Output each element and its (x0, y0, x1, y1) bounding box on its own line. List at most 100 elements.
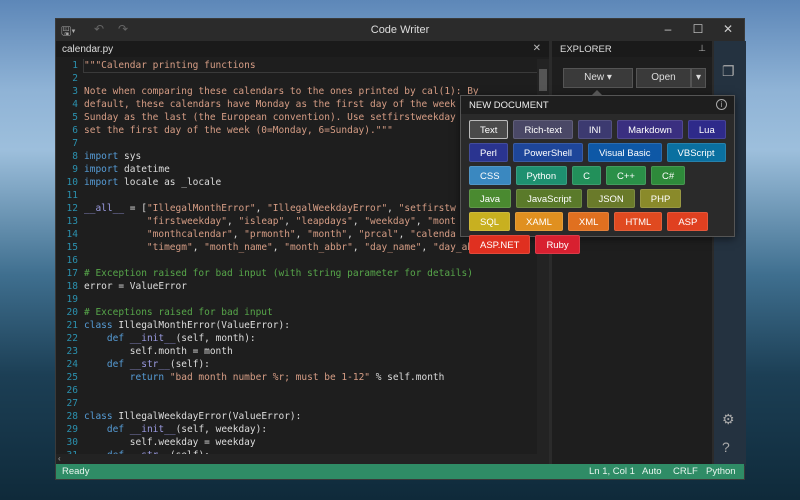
doc-type-python[interactable]: Python (515, 166, 568, 185)
minimize-button[interactable]: – (658, 22, 678, 36)
doc-type-text[interactable]: Text (469, 120, 509, 139)
line-number: 17 (66, 268, 78, 279)
code-token: class (84, 320, 113, 331)
code-token: "day_name" (364, 242, 422, 253)
code-token: "leapdays" (295, 216, 353, 227)
code-token: , (421, 242, 433, 253)
code-token: import (84, 164, 119, 175)
new-button[interactable]: New ▾ (563, 68, 633, 88)
line-number: 20 (66, 307, 78, 318)
doc-type-visual-basic[interactable]: Visual Basic (587, 143, 662, 162)
line-text: def __str__(self): (84, 358, 210, 371)
doc-type-markdown[interactable]: Markdown (617, 120, 683, 139)
doc-type-asp[interactable]: ASP (667, 212, 709, 231)
code-line[interactable]: 28 class IllegalWeekdayError(ValueError): (56, 410, 537, 423)
scroll-thumb[interactable] (539, 69, 547, 91)
code-token: "IllegalMonthError" (146, 203, 256, 214)
code-token: "setfirstw (398, 203, 456, 214)
window-title: Code Writer (370, 24, 430, 36)
popup-header: NEW DOCUMENT i (461, 96, 734, 114)
doc-type-vbscript[interactable]: VBScript (666, 143, 726, 162)
code-token: default, these calendars have Monday as … (84, 99, 456, 110)
code-token: class (84, 411, 113, 422)
code-token: "firstweekday" (146, 216, 227, 227)
doc-type-perl[interactable]: Perl (469, 143, 508, 162)
code-token: return (129, 372, 165, 383)
code-token: "monthcalendar" (146, 229, 233, 240)
line-text: "firstweekday", "isleap", "leapdays", "w… (84, 215, 456, 228)
line-number: 27 (66, 398, 78, 409)
open-button[interactable]: Open (636, 68, 691, 88)
doc-type-css[interactable]: CSS (469, 166, 511, 185)
code-line[interactable]: 2 (56, 72, 537, 85)
doc-type-lua[interactable]: Lua (687, 120, 726, 139)
code-line[interactable]: 19 (56, 293, 537, 306)
code-token: self.month = month (84, 346, 233, 357)
doc-type-sql[interactable]: SQL (469, 212, 511, 231)
code-line[interactable]: 20 # Exceptions raised for bad input (56, 306, 537, 319)
line-number: 25 (66, 372, 78, 383)
line-number: 30 (66, 437, 78, 448)
doc-type-c[interactable]: C++ (606, 166, 646, 185)
code-line[interactable]: 24 def __str__(self): (56, 358, 537, 371)
code-token: , (227, 216, 239, 227)
encoding[interactable]: Auto (642, 464, 662, 479)
code-line[interactable]: 25 return "bad month number %r; must be … (56, 371, 537, 384)
code-line[interactable]: 22 def __init__(self, month): (56, 332, 537, 345)
doc-type-ini[interactable]: INI (577, 120, 613, 139)
code-token: # Exceptions raised for bad input (84, 307, 273, 318)
cursor-position[interactable]: Ln 1, Col 1 (589, 464, 635, 479)
doc-type-javascript[interactable]: JavaScript (516, 189, 583, 208)
editor-tab[interactable]: calendar.py ✕ (56, 41, 549, 57)
maximize-button[interactable]: ☐ (688, 22, 708, 36)
code-token: , (272, 242, 285, 253)
doc-type-java[interactable]: Java (469, 189, 512, 208)
line-text: self.weekday = weekday (84, 436, 256, 449)
doc-type-php[interactable]: PHP (639, 189, 682, 208)
line-ending[interactable]: CRLF (673, 464, 698, 479)
code-line[interactable]: 23 self.month = month (56, 345, 537, 358)
doc-type-xaml[interactable]: XAML (515, 212, 563, 231)
settings-gear-icon[interactable]: ⚙ (722, 411, 735, 428)
code-token: , (192, 242, 205, 253)
code-line[interactable]: 26 (56, 384, 537, 397)
code-token: """Calendar printing functions (84, 60, 256, 71)
language-mode[interactable]: Python (706, 464, 736, 479)
line-number: 22 (66, 333, 78, 344)
doc-type-powershell[interactable]: PowerShell (512, 143, 583, 162)
doc-type-html[interactable]: HTML (614, 212, 663, 231)
code-line[interactable]: 18 error = ValueError (56, 280, 537, 293)
code-line[interactable]: 21 class IllegalMonthError(ValueError): (56, 319, 537, 332)
code-token: , (232, 229, 245, 240)
code-token: def (106, 333, 125, 344)
code-line[interactable]: 30 self.weekday = weekday (56, 436, 537, 449)
code-line[interactable]: 1 """Calendar printing functions (56, 59, 537, 73)
pin-icon[interactable]: ⊥ (698, 43, 706, 54)
info-icon[interactable]: i (716, 99, 727, 110)
code-line[interactable]: 27 (56, 397, 537, 410)
code-line[interactable]: 17 # Exception raised for bad input (with… (56, 267, 537, 280)
close-button[interactable]: ✕ (718, 22, 738, 36)
line-number: 9 (72, 164, 78, 175)
line-number: 7 (72, 138, 78, 149)
documents-icon[interactable]: ❐ (722, 63, 735, 80)
doc-type-asp-net[interactable]: ASP.NET (469, 235, 531, 254)
doc-type-c[interactable]: C# (650, 166, 686, 185)
doc-type-c[interactable]: C (572, 166, 601, 185)
line-text: import locale as _locale (84, 176, 221, 189)
doc-type-ruby[interactable]: Ruby (535, 235, 580, 254)
doc-type-json[interactable]: JSON (587, 189, 635, 208)
help-icon[interactable]: ? (722, 439, 730, 455)
document-type-grid: Text Rich-text INI Markdown Lua Perl PowerShel… (461, 114, 734, 260)
code-line[interactable]: 29 def __init__(self, weekday): (56, 423, 537, 436)
line-text: Note when comparing these calendars to t… (84, 85, 479, 98)
line-text: "monthcalendar", "prmonth", "month", "pr… (84, 228, 456, 241)
doc-type-rich-text[interactable]: Rich-text (513, 120, 573, 139)
tab-close-icon[interactable]: ✕ (533, 43, 541, 54)
open-dropdown-button[interactable]: ▾ (691, 68, 706, 88)
line-text: error = ValueError (84, 280, 187, 293)
doc-type-xml[interactable]: XML (567, 212, 610, 231)
code-token: , (347, 229, 359, 240)
